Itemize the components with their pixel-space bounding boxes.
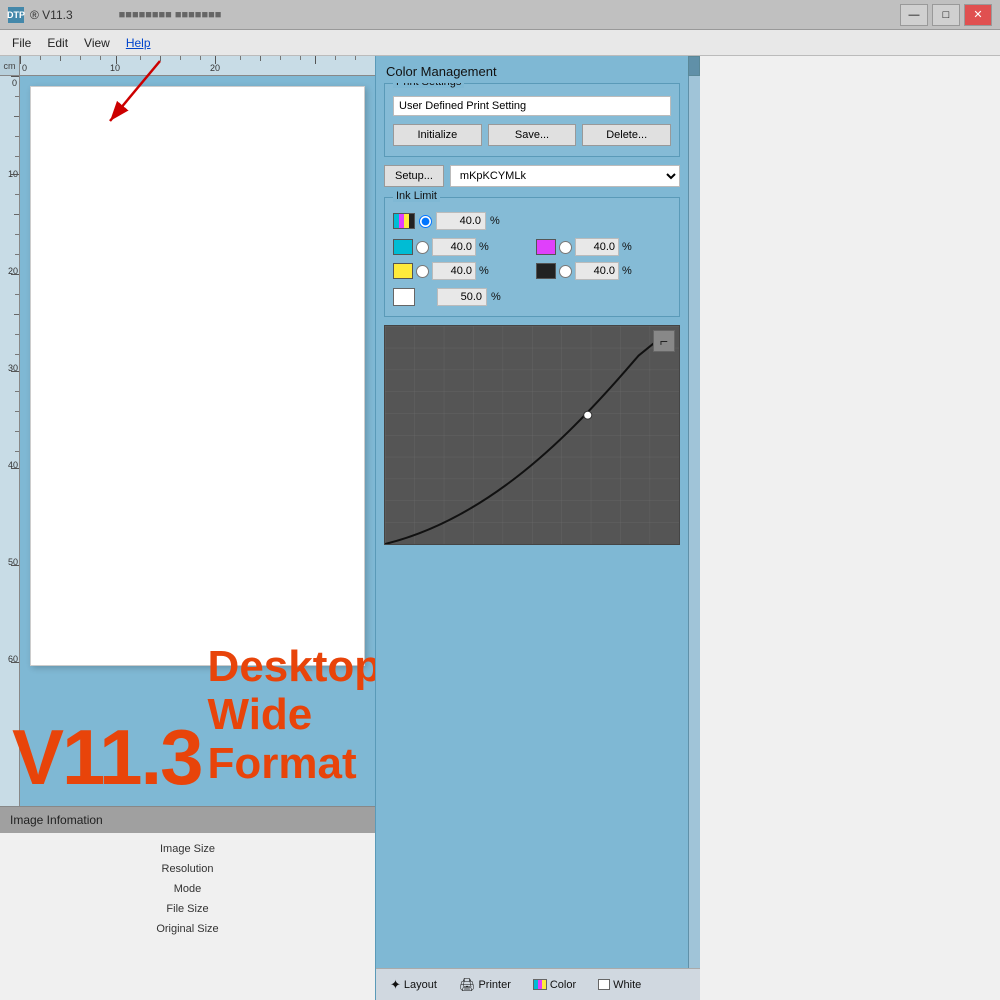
color-tab-icon	[533, 979, 547, 990]
cyan-color-icon	[393, 239, 413, 255]
tab-layout[interactable]: ✦ Layout	[384, 974, 443, 996]
scrollbar[interactable]	[688, 56, 700, 968]
left-ruler: 0 10 20 30 40 50 60	[0, 76, 20, 806]
ink-limit-label: Ink Limit	[393, 190, 440, 202]
app-name: ® V11.3	[30, 8, 73, 22]
cm-content: Print Settings User Defined Print Settin…	[376, 83, 700, 968]
white-pct: %	[491, 291, 501, 303]
minimize-button[interactable]: —	[900, 4, 928, 26]
print-settings-dropdown[interactable]: User Defined Print Setting	[393, 96, 671, 116]
cmyk-radio[interactable]	[419, 215, 432, 228]
white-color-icon	[393, 288, 415, 306]
app-icon: DTP	[8, 7, 24, 23]
magenta-pct: %	[622, 241, 632, 253]
menu-view[interactable]: View	[76, 33, 118, 53]
cm-label: cm	[0, 56, 20, 76]
yellow-value-input[interactable]	[432, 262, 476, 280]
black-value-input[interactable]	[575, 262, 619, 280]
cmyk-color-icon	[393, 213, 415, 229]
info-mode: Mode	[20, 883, 355, 895]
menu-file[interactable]: File	[4, 33, 39, 53]
initialize-button[interactable]: Initialize	[393, 124, 482, 146]
white-label: White	[613, 979, 641, 991]
maximize-button[interactable]: □	[932, 4, 960, 26]
curve-chart-container: ⌐	[384, 325, 680, 545]
white-row: %	[393, 288, 671, 306]
bottom-tabs: ✦ Layout 🖨 Printer Color White	[376, 968, 700, 1000]
black-color-icon	[536, 263, 556, 279]
close-button[interactable]: ✕	[964, 4, 992, 26]
image-info-header: Image Infomation	[0, 806, 375, 833]
menu-help[interactable]: Help	[118, 33, 159, 53]
canvas-section: cm 0 10 20	[0, 56, 375, 806]
menu-edit[interactable]: Edit	[39, 33, 76, 53]
magenta-cell: %	[536, 238, 671, 256]
magenta-radio[interactable]	[559, 241, 572, 254]
magenta-value-input[interactable]	[575, 238, 619, 256]
right-panel: Color Management Print Settings User Def…	[375, 56, 700, 1000]
print-settings-buttons: Initialize Save... Delete...	[393, 124, 671, 146]
canvas-area: cm 0 10 20	[0, 56, 375, 806]
printer-label: Printer	[478, 979, 510, 991]
yellow-radio[interactable]	[416, 265, 429, 278]
image-info-content: Image Size Resolution Mode File Size Ori…	[0, 833, 375, 1000]
left-panel: cm 0 10 20	[0, 56, 375, 1000]
color-management-title: Color Management	[376, 56, 700, 83]
doc-row: 0 10 20 30 40 50 60	[0, 76, 375, 806]
delete-button[interactable]: Delete...	[582, 124, 671, 146]
cyan-magenta-row: % %	[393, 238, 671, 256]
main-content: cm 0 10 20	[0, 56, 1000, 1000]
yellow-cell: %	[393, 262, 528, 280]
yellow-black-row: % %	[393, 262, 671, 280]
curve-chart	[385, 326, 679, 544]
cyan-pct: %	[479, 241, 489, 253]
cmyk-row: %	[393, 212, 671, 230]
tab-white[interactable]: White	[592, 976, 647, 994]
image-info-section: Image Infomation Image Size Resolution M…	[0, 806, 375, 1000]
white-tab-icon	[598, 979, 610, 990]
print-settings-group: Print Settings User Defined Print Settin…	[384, 83, 680, 157]
color-label: Color	[550, 979, 576, 991]
layout-label: Layout	[404, 979, 437, 991]
yellow-color-icon	[393, 263, 413, 279]
yellow-pct: %	[479, 265, 489, 277]
print-settings-label: Print Settings	[393, 83, 464, 88]
cmyk-pct: %	[490, 215, 500, 227]
layout-icon: ✦	[390, 977, 401, 993]
titlebar-extra: ■■■■■■■■ ■■■■■■■	[119, 9, 222, 21]
titlebar-controls: — □ ✕	[900, 4, 992, 26]
setup-row: Setup... mKpKCYMLk	[384, 165, 680, 187]
save-button[interactable]: Save...	[488, 124, 577, 146]
black-radio[interactable]	[559, 265, 572, 278]
info-original-size: Original Size	[20, 923, 355, 935]
black-cell: %	[536, 262, 671, 280]
red-arrow	[80, 56, 200, 146]
menubar: File Edit View Help	[0, 30, 1000, 56]
info-file-size: File Size	[20, 903, 355, 915]
info-resolution: Resolution	[20, 863, 355, 875]
chart-bracket-icon[interactable]: ⌐	[653, 330, 675, 352]
cyan-cell: %	[393, 238, 528, 256]
magenta-color-icon	[536, 239, 556, 255]
cmyk-value-input[interactable]	[436, 212, 486, 230]
cyan-value-input[interactable]	[432, 238, 476, 256]
cyan-radio[interactable]	[416, 241, 429, 254]
titlebar-left: DTP ® V11.3 ■■■■■■■■ ■■■■■■■	[8, 7, 221, 23]
setup-button[interactable]: Setup...	[384, 165, 444, 187]
titlebar: DTP ® V11.3 ■■■■■■■■ ■■■■■■■ — □ ✕	[0, 0, 1000, 30]
tab-color[interactable]: Color	[527, 976, 582, 994]
printer-icon: 🖨	[459, 977, 476, 993]
white-value-input[interactable]	[437, 288, 487, 306]
info-image-size: Image Size	[20, 843, 355, 855]
document-area	[20, 76, 375, 806]
setup-dropdown[interactable]: mKpKCYMLk	[450, 165, 680, 187]
print-settings-dropdown-wrapper: User Defined Print Setting	[393, 96, 671, 124]
tab-printer[interactable]: 🖨 Printer	[453, 974, 517, 996]
white-document	[30, 86, 365, 666]
black-pct: %	[622, 265, 632, 277]
ink-limit-group: Ink Limit % %	[384, 197, 680, 317]
